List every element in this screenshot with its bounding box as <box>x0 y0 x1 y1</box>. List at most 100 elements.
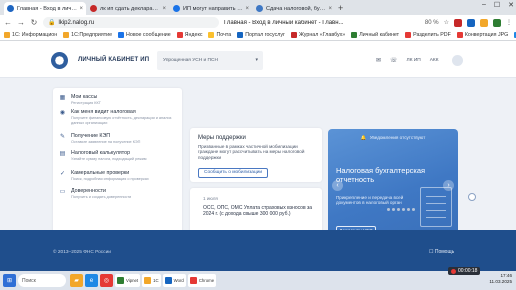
bookmark-label: Личный кабинет <box>359 32 400 38</box>
extension-icon[interactable] <box>493 18 501 27</box>
start-windows-icon[interactable]: ⊞ <box>3 274 16 287</box>
carousel-dot[interactable] <box>407 208 410 211</box>
close-tab-icon[interactable]: × <box>79 6 83 12</box>
reload-icon[interactable]: ↻ <box>30 18 38 27</box>
carousel-dot[interactable] <box>387 208 390 211</box>
browser-tab[interactable]: Сдача налоговой, бухгал × <box>253 2 335 15</box>
bookmark-icon <box>176 32 183 38</box>
avatar[interactable] <box>451 55 463 66</box>
brand-title[interactable]: ЛИЧНЫЙ КАБИНЕТ ИП <box>78 57 149 63</box>
browser-tab[interactable]: Главная - Вход в личный каб× <box>4 2 86 15</box>
bookmark-item[interactable]: Конвертация JPG <box>456 32 509 38</box>
back-arrow-icon[interactable]: ← <box>4 18 12 27</box>
notification-status[interactable]: 🔔 Уведомления отсутствуют <box>328 135 458 141</box>
bookmark-label: Журнал «Главбух» <box>298 32 346 38</box>
service-item[interactable]: ✎ Получение КЭП Оставьте заявление на полу… <box>59 133 176 145</box>
account-link[interactable]: АКК <box>430 58 439 63</box>
bookmark-label: Конвертация JPG <box>464 32 509 38</box>
window-controls: – ☐ ✕ <box>482 1 514 9</box>
calculator-icon: ▤ <box>59 151 66 157</box>
service-description: Узнайте сумму налога, подходящий режим <box>71 157 147 161</box>
folder-icon[interactable]: ▰ <box>70 274 83 287</box>
fns-logo[interactable] <box>51 52 68 69</box>
tab-title: лк ип сдать декларацию <box>100 5 161 12</box>
tax-regime-select[interactable]: Упрощенная УСН и ПСН ▾ <box>157 51 263 70</box>
extension-icon[interactable] <box>467 18 475 27</box>
chrome-icon[interactable]: ◎ <box>100 274 113 287</box>
service-item[interactable]: ✓ Камеральные проверки Поиск, подробная ин… <box>59 170 176 182</box>
new-tab-button[interactable]: + <box>338 3 343 13</box>
carousel-dot[interactable] <box>402 208 405 211</box>
maximize-button[interactable]: ☐ <box>494 1 500 9</box>
service-item[interactable]: ◉ Как меня видит налоговая Получите финанс… <box>59 109 176 125</box>
edge-icon[interactable]: e <box>85 274 98 287</box>
close-tab-icon[interactable]: × <box>245 6 249 12</box>
taskbar-app[interactable]: Vipnet <box>115 274 141 287</box>
app-icon <box>189 277 197 284</box>
bookmark-icon <box>118 32 125 38</box>
bookmarks-bar: 1С: Информацион 1С:Предприятие Новое сообщ… <box>0 30 516 41</box>
bookmark-item[interactable]: Почта <box>208 32 231 38</box>
cash-register-icon: ▦ <box>59 95 66 101</box>
address-bar: ← → ↻ 🔒 lkip2.nalog.ru Главная - Вход в … <box>0 15 516 30</box>
support-heading: Меры поддержки <box>198 135 246 141</box>
extension-icon[interactable] <box>454 18 462 27</box>
bookmark-item[interactable]: 1С:Предприятие <box>63 32 112 38</box>
zoom-level[interactable]: 80 % <box>425 20 439 26</box>
promo-subtitle: Прикрепление и передача всей документов … <box>336 195 404 206</box>
service-description: Оставьте заявление на получение КЭП <box>71 140 141 144</box>
taskbar-app[interactable]: Word <box>162 274 186 287</box>
url-field[interactable]: 🔒 lkip2.nalog.ru <box>43 17 219 28</box>
close-window-button[interactable]: ✕ <box>508 1 514 9</box>
taskbar-app[interactable]: Chrome <box>187 274 217 287</box>
forward-arrow-icon[interactable]: → <box>17 18 25 27</box>
extension-icon[interactable] <box>480 18 488 27</box>
carousel-dot[interactable] <box>380 208 385 211</box>
carousel-dot[interactable] <box>397 208 400 211</box>
star-icon[interactable]: ☆ <box>444 19 449 26</box>
taskbar-app[interactable]: 1С <box>142 274 161 287</box>
bookmark-item[interactable]: Яндекс <box>176 32 202 38</box>
service-title: Доверенности <box>71 188 107 194</box>
carousel-dot[interactable] <box>392 208 395 211</box>
service-title: Получение КЭП <box>71 133 111 139</box>
copyright: © 2013–2025 ФНС России <box>53 250 111 255</box>
bookmark-item[interactable]: Новое сообщение <box>118 32 171 38</box>
favicon-icon <box>256 5 263 12</box>
close-tab-icon[interactable]: × <box>328 6 332 12</box>
signature-icon: ✎ <box>59 134 66 140</box>
service-item[interactable]: ▦ Мои кассы Регистрация ККТ <box>59 94 176 106</box>
site-header: ЛИЧНЫЙ КАБИНЕТ ИП Упрощенная УСН и ПСН ▾… <box>0 41 516 78</box>
phone-icon[interactable]: ☏ <box>390 57 398 64</box>
taskbar-app-label: 1С <box>153 278 159 283</box>
taskbar-search[interactable]: Поиск <box>18 274 66 287</box>
browser-tab[interactable]: лк ип сдать декларацию × <box>87 2 169 15</box>
service-title: Мои кассы <box>71 94 98 100</box>
service-description: Получить и создать доверенности <box>71 195 132 199</box>
chevron-down-icon: ▾ <box>255 57 258 63</box>
bookmark-item[interactable]: 1С: Информацион <box>4 32 57 38</box>
system-clock[interactable]: 17:46 11.03.2025 <box>489 273 512 284</box>
bookmark-item[interactable]: Портал госуслуг <box>237 32 285 38</box>
minimize-button[interactable]: – <box>482 1 486 9</box>
service-item[interactable]: ▤ Налоговый калькулятор Узнайте сумму нало… <box>59 150 176 162</box>
bookmark-item[interactable]: Журнал «Главбух» <box>290 32 346 38</box>
cabinet-link[interactable]: ЛК ИП <box>407 58 421 63</box>
service-title: Как меня видит налоговая <box>71 109 136 115</box>
carousel-dot[interactable] <box>412 208 415 211</box>
menu-icon[interactable]: ⋮ <box>506 19 512 26</box>
bookmark-icon <box>63 32 70 38</box>
support-text: Призванные в рамках частичной мобилизаци… <box>198 144 305 160</box>
help-link[interactable]: ☐ Помощь <box>429 249 454 255</box>
bookmark-item[interactable]: Разделить PDF <box>405 32 451 38</box>
close-tab-icon[interactable]: × <box>162 6 166 12</box>
favicon-icon <box>173 5 180 12</box>
clock-date: 11.03.2025 <box>489 278 512 284</box>
assistant-bulb-icon[interactable] <box>468 193 476 201</box>
recording-indicator[interactable]: 00:00:18 <box>448 267 481 275</box>
browser-tab[interactable]: ИП могут направить дек × <box>170 2 252 15</box>
service-item[interactable]: ▭ Доверенности Получить и создать доверенн… <box>59 188 176 200</box>
report-mobilization-button[interactable]: Сообщить о мобилизации <box>198 168 269 178</box>
bookmark-item[interactable]: Личный кабинет <box>351 32 399 38</box>
mail-icon[interactable]: ✉ <box>376 57 381 64</box>
